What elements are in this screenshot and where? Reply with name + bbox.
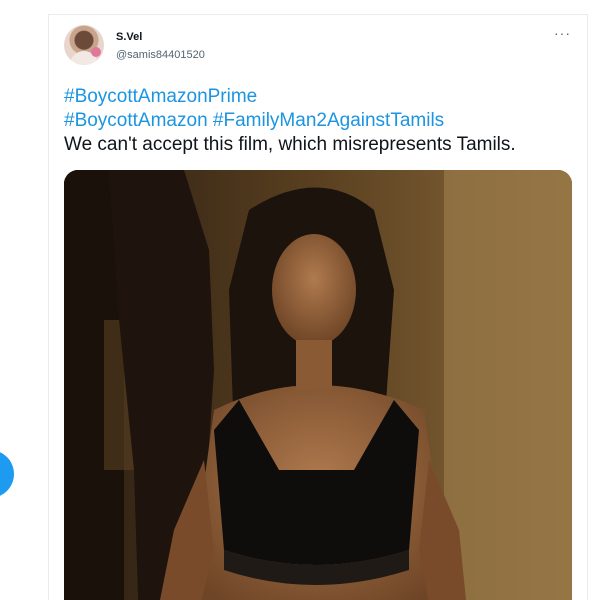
tweet-card[interactable]: S.Vel @samis84401520 ··· #BoycottAmazonP… xyxy=(48,14,588,600)
media-illustration xyxy=(64,170,572,600)
tweet-text: #BoycottAmazonPrime #BoycottAmazon #Fami… xyxy=(64,85,574,157)
tweet-text-line-1: #BoycottAmazonPrime xyxy=(64,85,574,109)
author-handle[interactable]: @samis84401520 xyxy=(116,49,205,61)
hashtag-link[interactable]: #BoycottAmazon xyxy=(64,110,208,131)
hashtag-link[interactable]: #BoycottAmazonPrime xyxy=(64,86,257,107)
author-display-name[interactable]: S.Vel xyxy=(116,31,142,43)
tweet-media-image[interactable] xyxy=(64,170,572,600)
left-gutter xyxy=(0,0,48,600)
tweet-text-line-2: #BoycottAmazon #FamilyMan2AgainstTamils xyxy=(64,109,574,133)
tweet-text-line-3: We can't accept this film, which misrepr… xyxy=(64,134,516,155)
hashtag-link[interactable]: #FamilyMan2AgainstTamils xyxy=(213,110,444,131)
avatar-flower xyxy=(91,47,101,57)
avatar[interactable] xyxy=(64,25,104,65)
more-options-button[interactable]: ··· xyxy=(554,25,571,41)
page: S.Vel @samis84401520 ··· #BoycottAmazonP… xyxy=(0,0,600,600)
compose-tweet-button[interactable] xyxy=(0,450,14,498)
